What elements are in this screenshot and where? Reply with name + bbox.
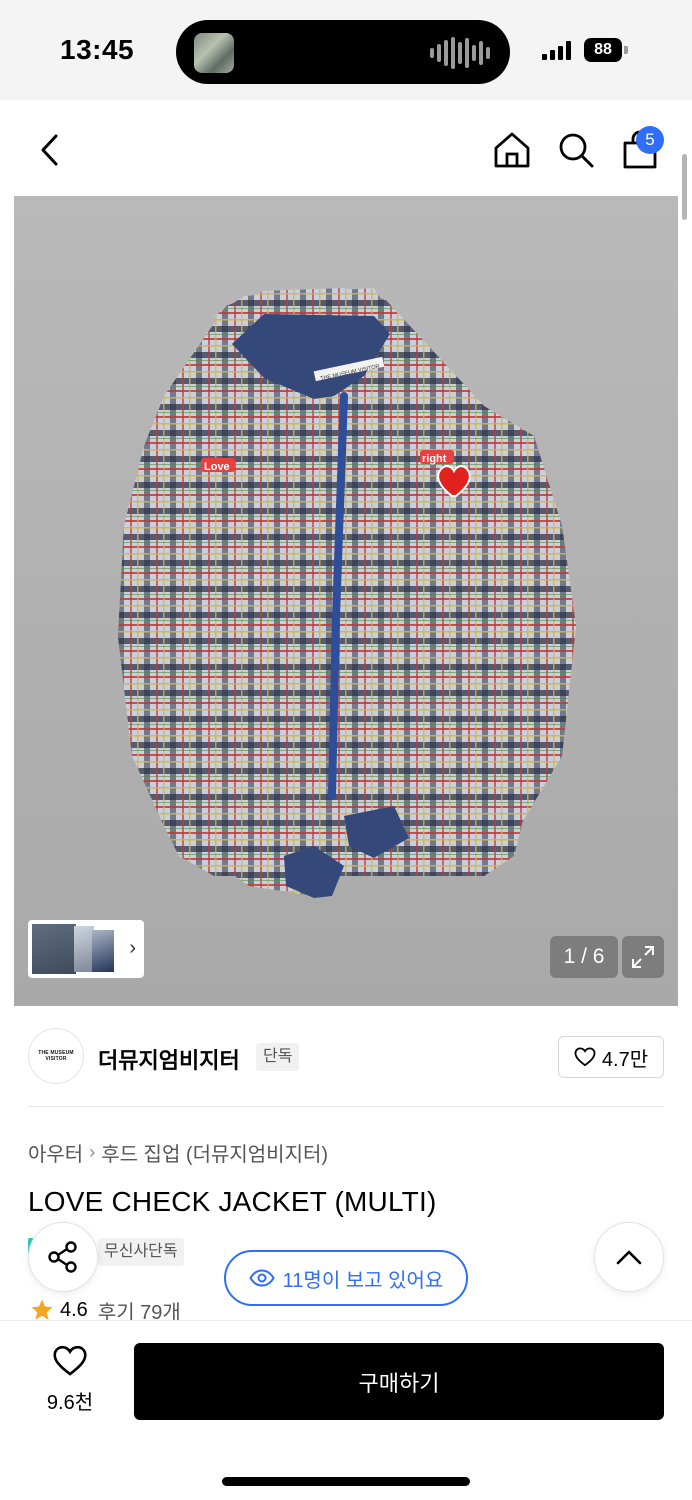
star-icon	[31, 1299, 53, 1320]
home-icon	[494, 132, 530, 168]
brand-logo[interactable]: THE MUSEUM VISITOR	[28, 1028, 84, 1084]
rating-value: 4.6	[60, 1298, 88, 1321]
expand-image-button[interactable]	[622, 936, 664, 978]
status-time: 13:45	[60, 34, 135, 65]
breadcrumb-subcategory[interactable]: 후드 집업 (더뮤지엄비지터)	[101, 1138, 328, 1167]
image-counter: 1 / 6	[550, 936, 618, 978]
battery-icon	[624, 46, 628, 54]
live-viewers-text: 11명이 보고 있어요	[282, 1269, 444, 1292]
now-playing-artwork	[194, 33, 234, 73]
heart-icon	[53, 1345, 87, 1376]
expand-icon	[632, 946, 654, 968]
heart-icon	[574, 1047, 596, 1067]
chevron-up-icon	[616, 1250, 642, 1265]
home-indicator[interactable]	[222, 1477, 470, 1486]
audio-wave-icon	[430, 36, 490, 70]
divider	[28, 1106, 664, 1107]
brand-name[interactable]: 더뮤지엄비지터	[98, 1043, 240, 1075]
bottom-purchase-bar: 9.6천 구매하기	[0, 1320, 692, 1500]
product-image-gallery[interactable]: THE MUSEUM VISITOR Love right › 1 / 6	[14, 196, 678, 1006]
live-viewers-badge: 11명이 보고 있어요	[224, 1250, 468, 1306]
brand-like-count: 4.7만	[601, 1048, 649, 1071]
eye-icon	[248, 1269, 275, 1287]
home-button[interactable]	[490, 128, 534, 172]
top-navigation	[0, 100, 692, 196]
thumbnail-image[interactable]	[92, 930, 114, 972]
thumbnail-image[interactable]	[32, 924, 76, 974]
product-title: LOVE CHECK JACKET (MULTI)	[28, 1186, 437, 1217]
scroll-to-top-button[interactable]	[594, 1222, 664, 1292]
breadcrumb-category[interactable]: 아우터	[28, 1138, 83, 1167]
wishlist-count: 9.6천	[46, 1392, 94, 1414]
musinsa-exclusive-badge: 무신사단독	[98, 1238, 184, 1266]
search-button[interactable]	[554, 128, 598, 172]
brand-logo-text: THE MUSEUM VISITOR	[38, 1050, 74, 1062]
signal-icon	[542, 40, 571, 60]
buy-button[interactable]: 구매하기	[134, 1343, 664, 1420]
back-button[interactable]	[28, 128, 72, 172]
patch-right-text: right	[422, 453, 447, 465]
chevron-right-icon[interactable]: ›	[129, 937, 136, 960]
chevron-right-icon: ›	[89, 1142, 96, 1162]
dynamic-island[interactable]	[176, 20, 510, 84]
wishlist-button[interactable]: 9.6천	[30, 1345, 110, 1417]
cart-count-badge: 5	[636, 126, 664, 154]
product-image-jacket: THE MUSEUM VISITOR Love right	[118, 288, 576, 898]
thumbnail-strip[interactable]: ›	[28, 920, 144, 978]
breadcrumb: 아우터 › 후드 집업 (더뮤지엄비지터)	[28, 1138, 328, 1167]
chevron-left-icon	[41, 134, 58, 166]
exclusive-badge: 단독	[256, 1043, 300, 1071]
patch-love-text: Love	[204, 461, 230, 473]
share-icon	[48, 1241, 77, 1273]
brand-like-button[interactable]: 4.7만	[558, 1036, 664, 1078]
share-button[interactable]	[28, 1222, 98, 1292]
search-icon	[559, 133, 594, 168]
page-scrollbar[interactable]	[682, 154, 687, 220]
thumbnail-image[interactable]	[74, 926, 94, 972]
status-bar: 13:45 88	[0, 0, 692, 100]
battery-level: 88	[584, 38, 622, 62]
